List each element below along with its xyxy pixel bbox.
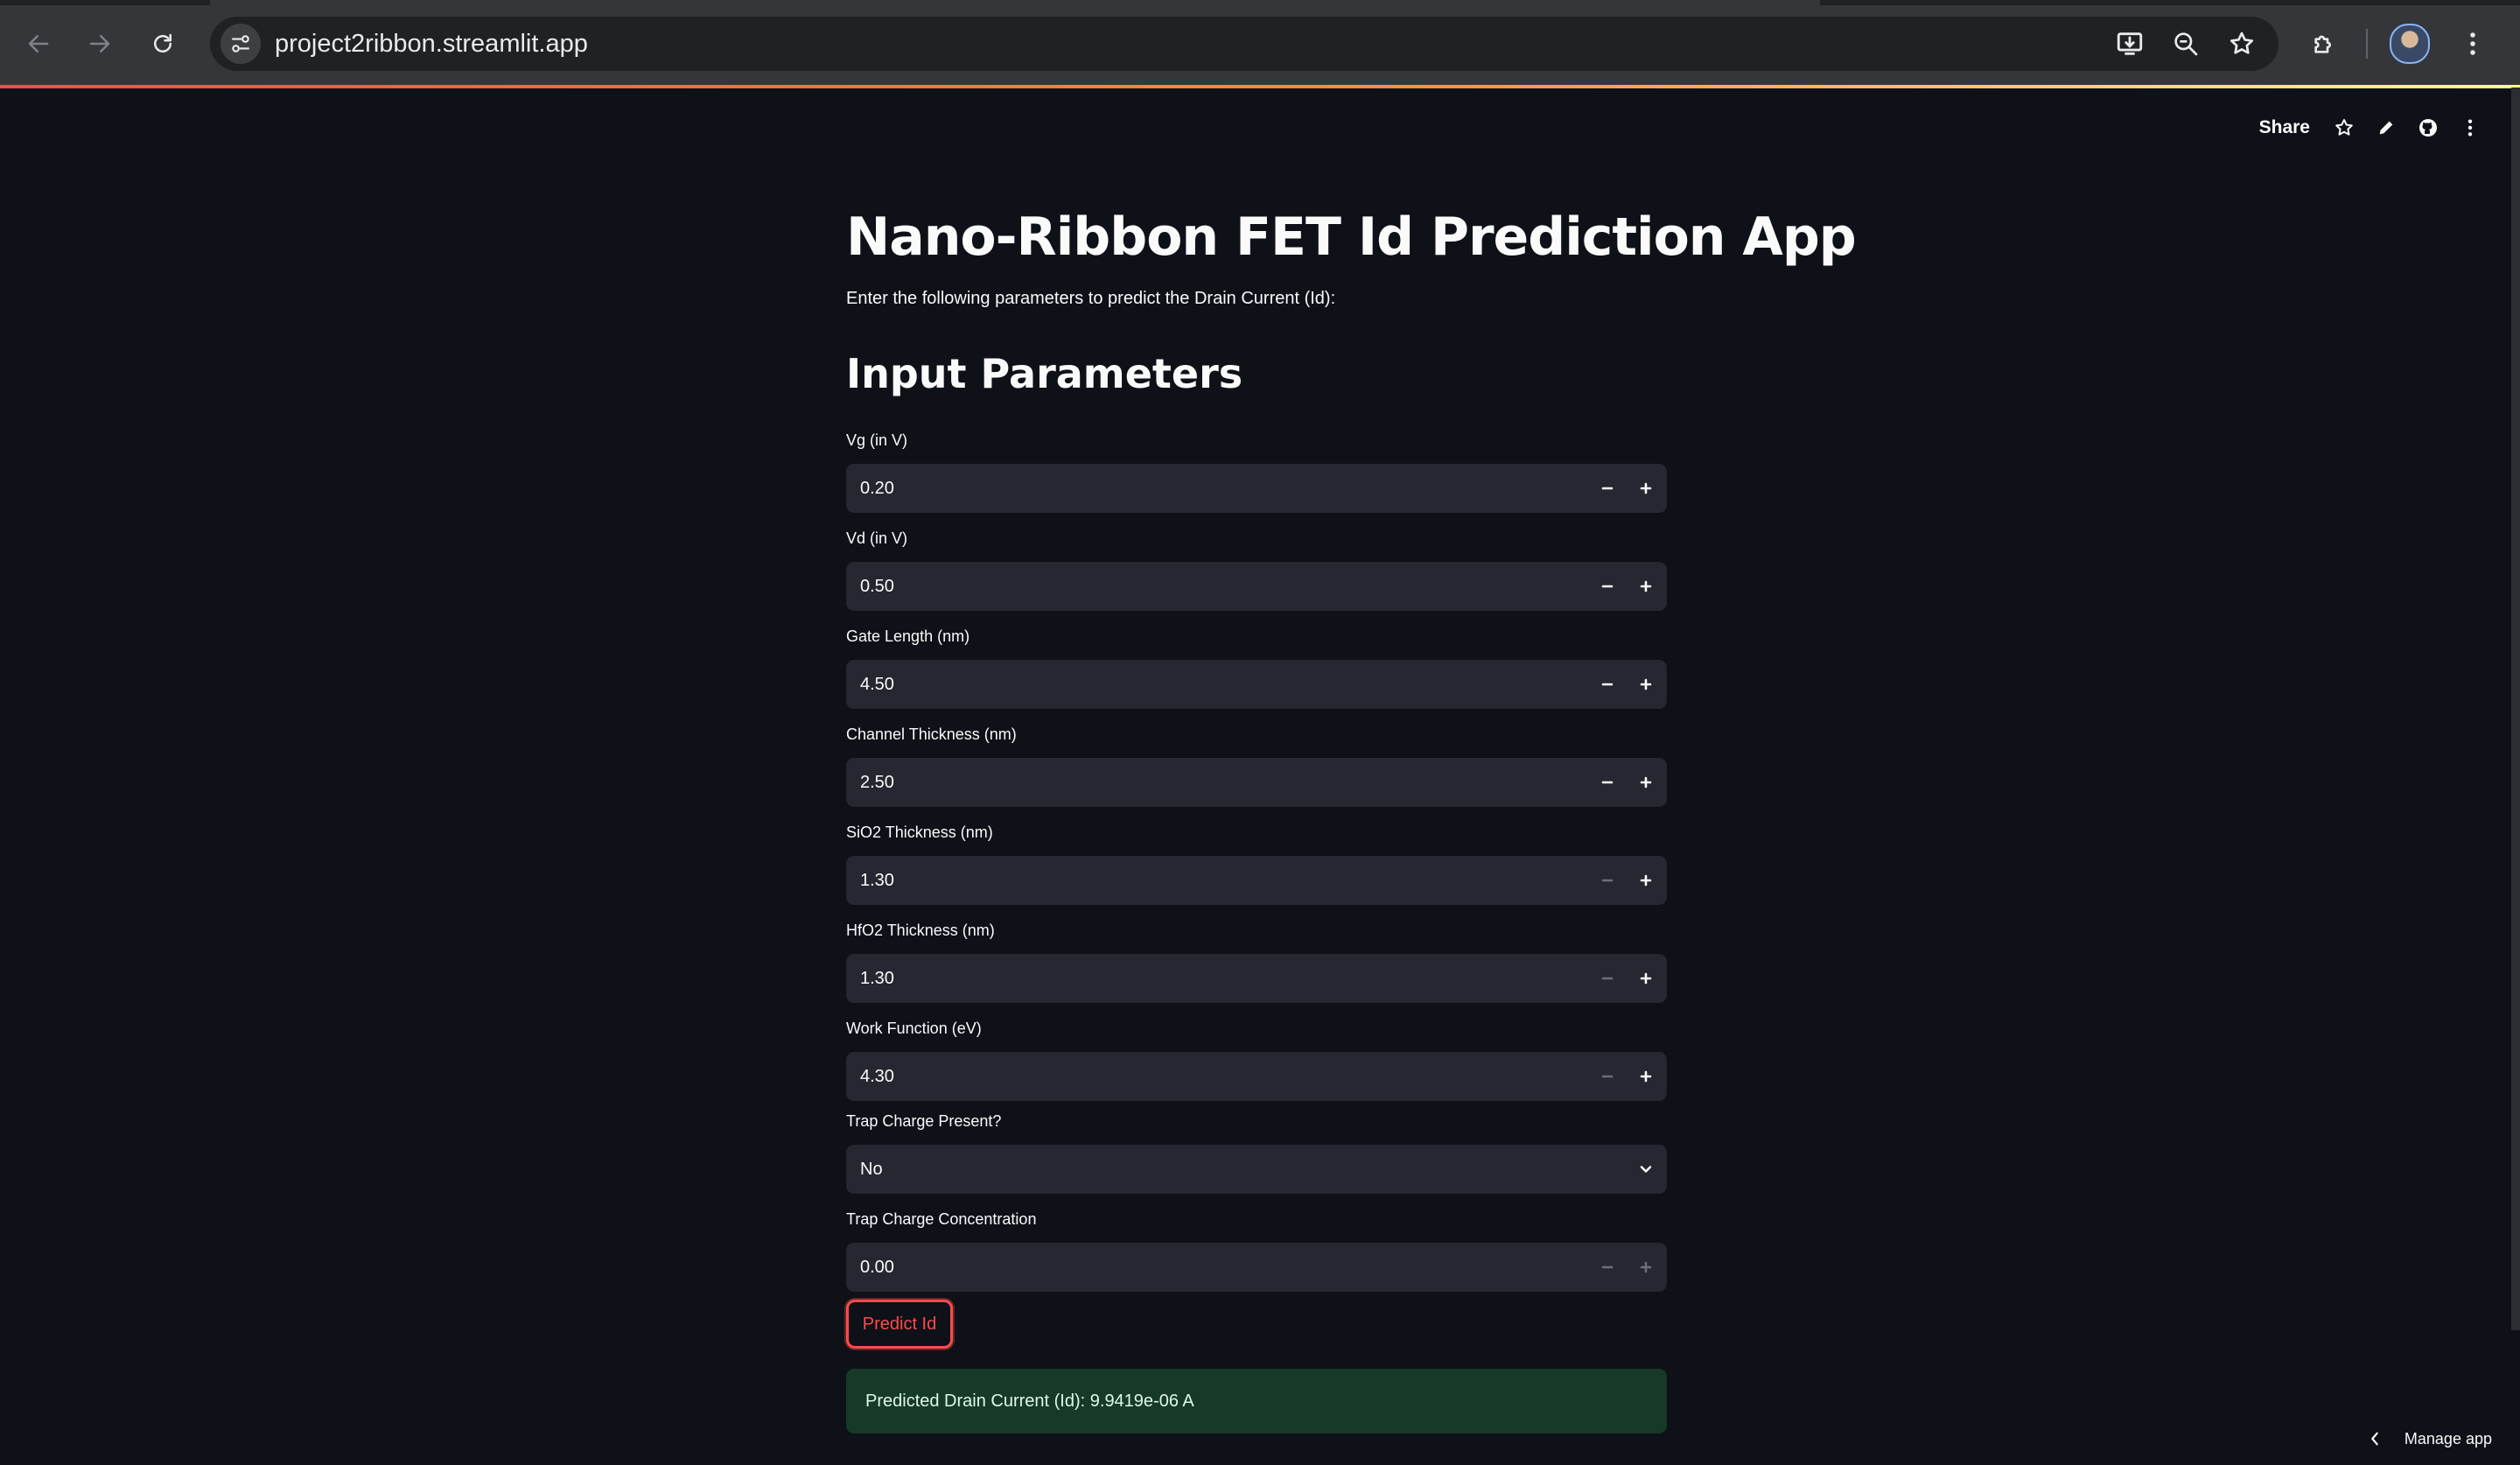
- field-label: Vd (in V): [846, 529, 908, 547]
- number-input[interactable]: 1.30: [846, 954, 1667, 1003]
- number-input-field: Work Function (eV) 4.30: [846, 1017, 1667, 1101]
- reload-icon[interactable]: [142, 23, 184, 65]
- input-value[interactable]: 1.30: [860, 856, 894, 905]
- profile-avatar[interactable]: [2387, 21, 2432, 67]
- tune-icon[interactable]: [220, 24, 261, 64]
- browser-toolbar: project2ribbon.streamlit.app: [0, 0, 2520, 86]
- page-title: Nano-Ribbon FET Id Prediction App: [846, 207, 1857, 268]
- field-label: Trap Charge Present?: [846, 1112, 1002, 1130]
- field-label: Gate Length (nm): [846, 627, 970, 645]
- puzzle-icon[interactable]: [2301, 21, 2347, 67]
- number-input-field: Gate Length (nm) 4.50: [846, 625, 1667, 709]
- star-icon[interactable]: [2331, 115, 2357, 141]
- pencil-icon[interactable]: [2373, 115, 2399, 141]
- field-label: SiO2 Thickness (nm): [846, 824, 993, 841]
- select-value: No: [860, 1160, 883, 1179]
- increment-button[interactable]: [1627, 954, 1665, 1003]
- number-input[interactable]: 0.50: [846, 562, 1667, 611]
- chevron-down-icon[interactable]: [1627, 1145, 1665, 1194]
- back-arrow-icon[interactable]: [18, 23, 60, 65]
- increment-button[interactable]: [1627, 856, 1665, 905]
- decrement-button[interactable]: [1588, 660, 1627, 709]
- zoom-out-icon[interactable]: [2166, 25, 2205, 63]
- decrement-button[interactable]: [1588, 856, 1627, 905]
- number-input[interactable]: 0.20: [846, 464, 1667, 513]
- decrement-button[interactable]: [1588, 1243, 1627, 1292]
- kebab-menu-icon[interactable]: [2450, 21, 2496, 67]
- input-value[interactable]: 4.30: [860, 1052, 894, 1101]
- toolbar-divider: [2366, 29, 2368, 59]
- increment-button[interactable]: [1627, 660, 1665, 709]
- input-value[interactable]: 1.30: [860, 954, 894, 1003]
- input-value[interactable]: 2.50: [860, 758, 894, 807]
- predict-button[interactable]: Predict Id: [846, 1300, 953, 1349]
- trap-concentration-field: Trap Charge Concentration 0.00: [846, 1208, 1667, 1292]
- decrement-button[interactable]: [1588, 954, 1627, 1003]
- decrement-button[interactable]: [1588, 464, 1627, 513]
- input-value[interactable]: 0.50: [860, 562, 894, 611]
- trap-concentration-input[interactable]: 0.00: [846, 1243, 1667, 1292]
- number-input-field: Vg (in V) 0.20: [846, 429, 1667, 513]
- decrement-button[interactable]: [1588, 1052, 1627, 1101]
- streamlit-header: Share: [2259, 112, 2483, 144]
- address-bar[interactable]: project2ribbon.streamlit.app: [210, 17, 2278, 71]
- increment-button[interactable]: [1627, 1243, 1665, 1292]
- avatar: [2390, 24, 2430, 64]
- trap-charge-select[interactable]: No: [846, 1145, 1667, 1194]
- manage-app-label: Manage app: [2404, 1429, 2492, 1447]
- intro-text: Enter the following parameters to predic…: [846, 289, 1336, 308]
- scrollbar[interactable]: [2511, 88, 2520, 1330]
- increment-button[interactable]: [1627, 464, 1665, 513]
- tab-strip: [0, 0, 2520, 5]
- number-input[interactable]: 4.30: [846, 1052, 1667, 1101]
- url-text[interactable]: project2ribbon.streamlit.app: [275, 17, 588, 71]
- input-value[interactable]: 0.20: [860, 464, 894, 513]
- field-label: Channel Thickness (nm): [846, 725, 1017, 743]
- star-icon[interactable]: [2222, 25, 2261, 63]
- field-label: HfO2 Thickness (nm): [846, 922, 995, 939]
- field-label: Vg (in V): [846, 431, 908, 449]
- share-button[interactable]: Share: [2259, 117, 2310, 138]
- number-input-field: HfO2 Thickness (nm) 1.30: [846, 919, 1667, 1003]
- field-label: Work Function (eV): [846, 1020, 982, 1037]
- trap-charge-select-field: Trap Charge Present? No: [846, 1110, 1667, 1194]
- decrement-button[interactable]: [1588, 758, 1627, 807]
- number-input-field: SiO2 Thickness (nm) 1.30: [846, 821, 1667, 905]
- number-input-field: Channel Thickness (nm) 2.50: [846, 723, 1667, 807]
- github-icon[interactable]: [2415, 115, 2441, 141]
- increment-button[interactable]: [1627, 562, 1665, 611]
- increment-button[interactable]: [1627, 758, 1665, 807]
- number-input[interactable]: 4.50: [846, 660, 1667, 709]
- manage-app-button[interactable]: Manage app: [2368, 1425, 2492, 1453]
- increment-button[interactable]: [1627, 1052, 1665, 1101]
- decrement-button[interactable]: [1588, 562, 1627, 611]
- streamlit-decoration-bar: [0, 85, 2520, 88]
- field-label: Trap Charge Concentration: [846, 1210, 1037, 1228]
- number-input[interactable]: 1.30: [846, 856, 1667, 905]
- number-input[interactable]: 2.50: [846, 758, 1667, 807]
- forward-arrow-icon[interactable]: [79, 23, 121, 65]
- kebab-menu-icon[interactable]: [2457, 115, 2483, 141]
- install-app-icon[interactable]: [2110, 25, 2149, 63]
- input-value[interactable]: 4.50: [860, 660, 894, 709]
- input-value[interactable]: 0.00: [860, 1243, 894, 1292]
- number-input-field: Vd (in V) 0.50: [846, 527, 1667, 611]
- section-title: Input Parameters: [846, 350, 1243, 397]
- chevron-left-icon: [2371, 1432, 2378, 1446]
- prediction-result: Predicted Drain Current (Id): 9.9419e-06…: [846, 1369, 1667, 1433]
- active-tab[interactable]: [210, 0, 1820, 5]
